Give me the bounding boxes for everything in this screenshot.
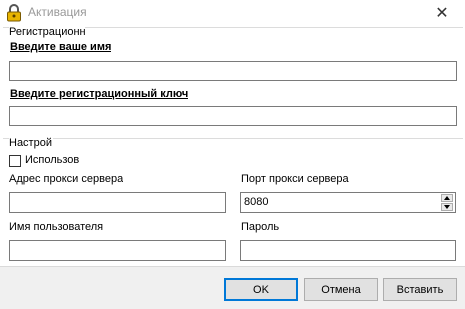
use-proxy-checkbox[interactable] (9, 155, 21, 167)
settings-group-divider (3, 138, 463, 139)
ok-button[interactable]: OK (224, 278, 298, 301)
password-label: Пароль (241, 221, 280, 233)
proxy-address-label: Адрес прокси сервера (9, 173, 124, 185)
settings-group-label: Настрой (9, 137, 53, 149)
title-bar: Активация ✕ (0, 0, 465, 25)
name-label: Введите ваше имя (10, 41, 112, 53)
key-label: Введите регистрационный ключ (10, 88, 189, 100)
proxy-port-value: 8080 (244, 196, 269, 208)
name-input[interactable] (9, 61, 457, 81)
cancel-button[interactable]: Отмена (304, 278, 378, 301)
paste-button[interactable]: Вставить (383, 278, 457, 301)
key-input[interactable] (9, 106, 457, 126)
close-button[interactable]: ✕ (419, 0, 465, 25)
proxy-address-input[interactable] (9, 192, 226, 213)
username-label: Имя пользователя (9, 221, 104, 233)
password-input[interactable] (240, 240, 456, 261)
spin-down-icon[interactable] (441, 203, 453, 211)
registration-group-label: Регистрационн (9, 26, 85, 38)
proxy-port-stepper[interactable]: 8080 (240, 192, 456, 213)
button-bar: OK Отмена Вставить (0, 266, 465, 309)
lock-icon (6, 4, 22, 22)
username-input[interactable] (9, 240, 226, 261)
close-icon: ✕ (435, 4, 449, 22)
spin-up-icon[interactable] (441, 194, 453, 202)
port-spinner[interactable] (441, 194, 453, 211)
use-proxy-label: Использов (25, 154, 80, 166)
proxy-port-label: Порт прокси сервера (241, 173, 349, 185)
window-title: Активация (28, 5, 87, 19)
